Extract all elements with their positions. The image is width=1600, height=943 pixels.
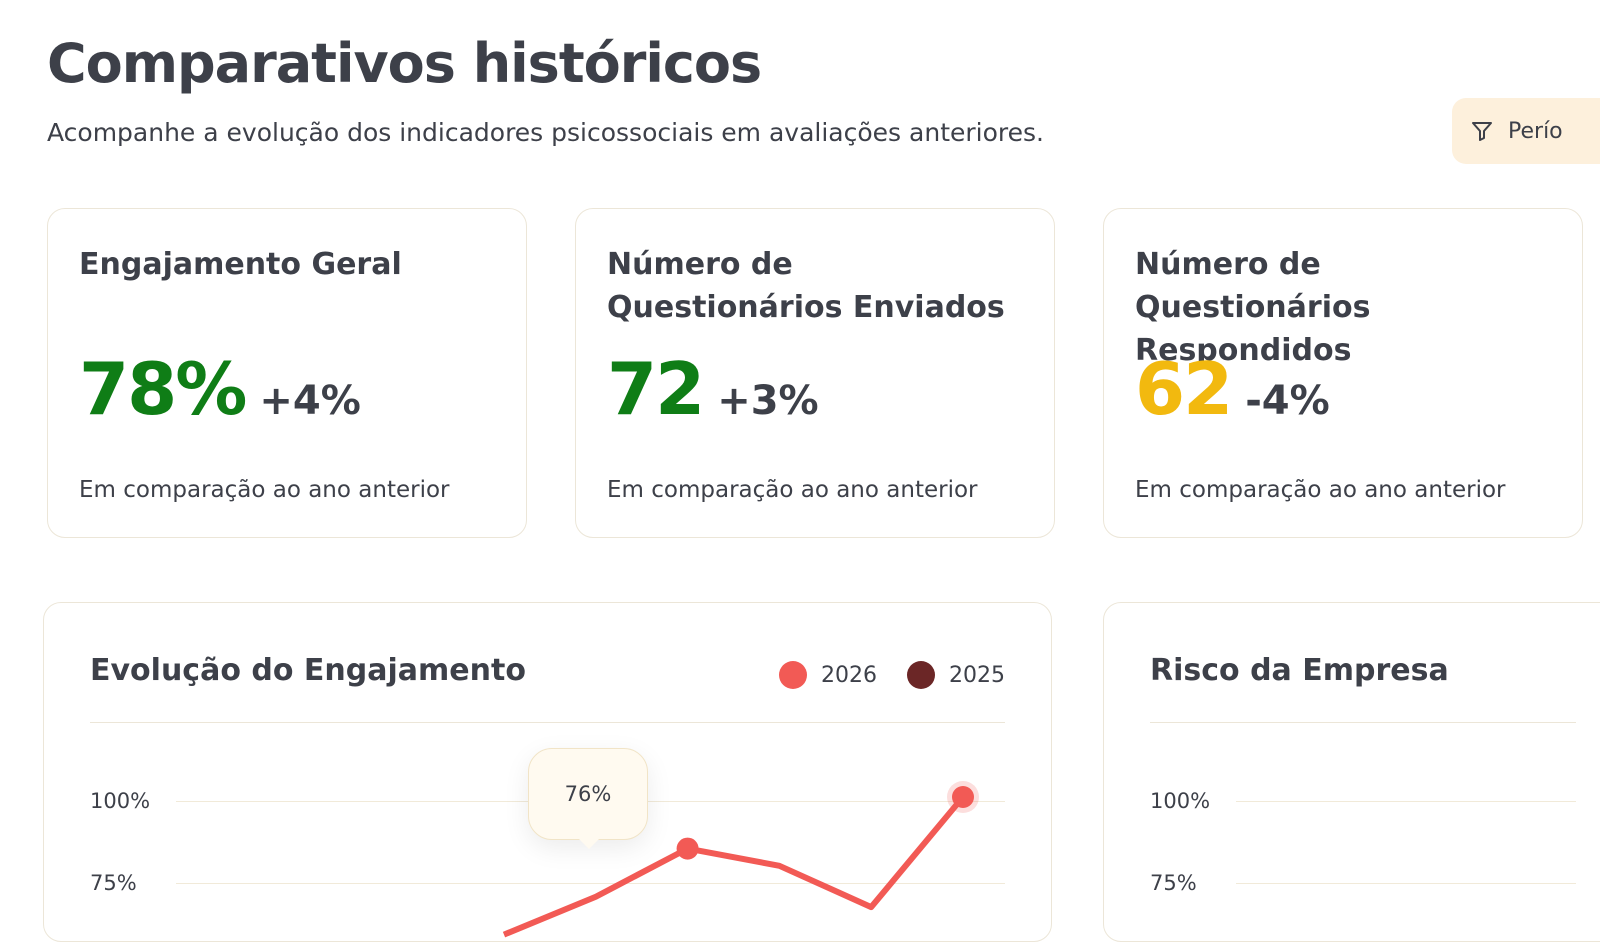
- period-filter-button[interactable]: Perío: [1452, 98, 1600, 164]
- data-point[interactable]: [676, 837, 699, 860]
- grid-line: [1236, 801, 1576, 802]
- page-title: Comparativos históricos: [47, 32, 762, 95]
- grid-line: [1236, 883, 1576, 884]
- kpi-caption: Em comparação ao ano anterior: [1135, 477, 1506, 503]
- engagement-chart-card: Evolução do Engajamento 2026 2025 100% 7…: [43, 602, 1052, 942]
- kpi-card-engajamento: Engajamento Geral 78% +4% Em comparação …: [47, 208, 527, 538]
- kpi-value: 62: [1135, 347, 1233, 431]
- period-filter-label: Perío: [1508, 118, 1563, 144]
- kpi-caption: Em comparação ao ano anterior: [79, 477, 450, 503]
- chart-divider: [1150, 722, 1576, 723]
- kpi-title: Engajamento Geral: [79, 247, 402, 282]
- data-point[interactable]: [952, 786, 974, 808]
- kpi-caption: Em comparação ao ano anterior: [607, 477, 978, 503]
- y-tick-label: 100%: [1150, 789, 1211, 813]
- kpi-delta: +4%: [259, 378, 361, 424]
- page-subtitle: Acompanhe a evolução dos indicadores psi…: [47, 118, 1044, 147]
- y-tick-label: 75%: [1150, 871, 1197, 895]
- chart-tooltip: 76%: [528, 748, 648, 849]
- kpi-value-row: 72 +3%: [607, 347, 819, 431]
- risk-chart-card: Risco da Empresa 100% 75%: [1103, 602, 1600, 942]
- filter-icon: [1470, 119, 1494, 143]
- kpi-delta: -4%: [1245, 378, 1330, 424]
- kpi-value: 78%: [79, 347, 247, 431]
- kpi-value: 72: [607, 347, 705, 431]
- chart-title: Risco da Empresa: [1150, 653, 1449, 688]
- kpi-value-row: 78% +4%: [79, 347, 361, 431]
- kpi-card-respondidos: Número de Questionários Respondidos 62 -…: [1103, 208, 1583, 538]
- kpi-delta: +3%: [717, 378, 819, 424]
- kpi-card-enviados: Número de Questionários Enviados 72 +3% …: [575, 208, 1055, 538]
- kpi-value-row: 62 -4%: [1135, 347, 1330, 431]
- kpi-title: Número de Questionários Enviados: [607, 247, 1005, 325]
